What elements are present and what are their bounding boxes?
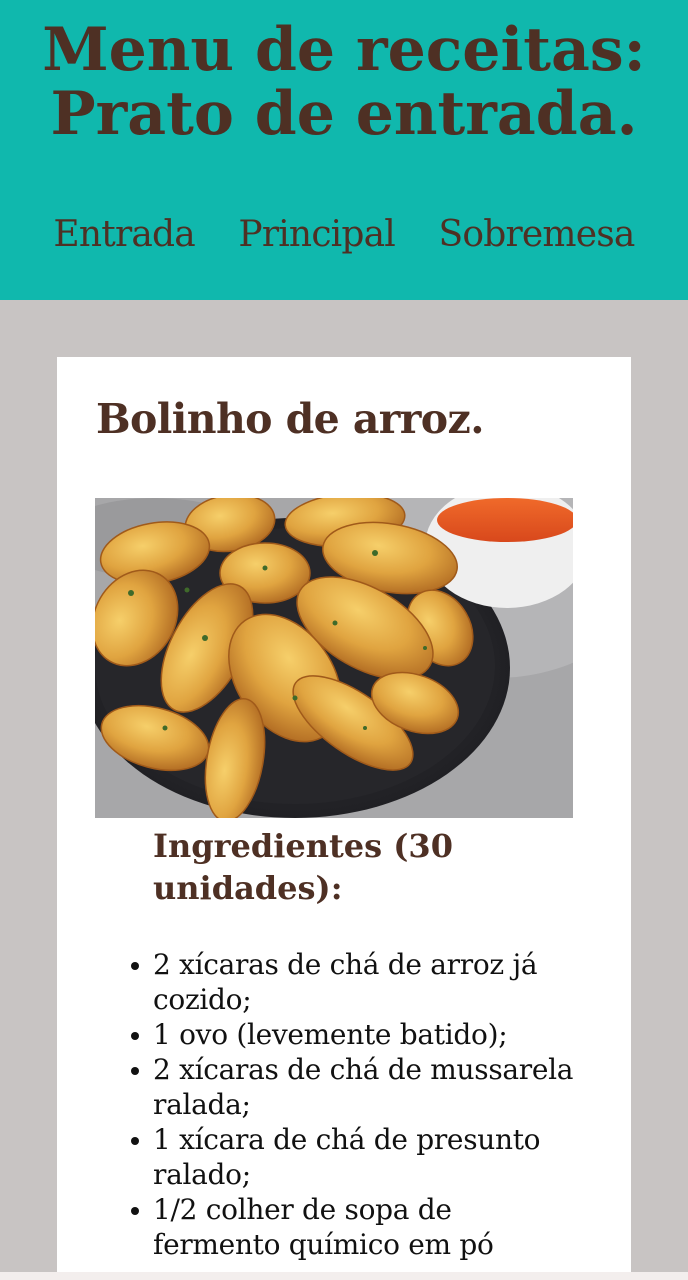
ingredients-heading-line-1: Ingredientes (30: [153, 827, 453, 865]
ingredient-line: cozido;: [153, 983, 252, 1016]
list-item: 2 xícaras de chá de mussarela ralada;: [131, 1052, 613, 1122]
list-item: 2 xícaras de chá de arroz já cozido;: [131, 947, 613, 1017]
recipe-card: Bolinho de arroz. Ingredientes (30 unida…: [57, 357, 631, 1280]
main-nav: Entrada Principal Sobremesa: [0, 214, 688, 255]
ingredient-line: ralado;: [153, 1158, 251, 1191]
nav-link-entrada[interactable]: Entrada: [53, 214, 195, 255]
ingredients-heading: Ingredientes (30 unidades):: [153, 825, 533, 909]
recipe-title: Bolinho de arroz.: [96, 395, 484, 443]
site-header: Menu de receitas: Prato de entrada. Entr…: [0, 0, 688, 300]
list-item: 1 xícara de chá de presunto ralado;: [131, 1122, 613, 1192]
ingredient-line: ralada;: [153, 1088, 251, 1121]
ingredients-heading-line-2: unidades):: [153, 869, 343, 907]
page-title-line-2: Prato de entrada.: [50, 79, 638, 149]
ingredient-line: fermento químico em pó: [153, 1228, 494, 1261]
ingredient-line: 1 ovo (levemente batido);: [153, 1018, 508, 1051]
fried-rice-balls-image: [95, 498, 573, 818]
ingredients-list: 2 xícaras de chá de arroz já cozido; 1 o…: [131, 947, 613, 1262]
nav-link-principal[interactable]: Principal: [238, 214, 395, 255]
bottom-edge: [0, 1272, 688, 1280]
page-title: Menu de receitas: Prato de entrada.: [0, 18, 688, 146]
ingredient-line: 2 xícaras de chá de arroz já: [153, 948, 538, 981]
ingredient-line: 1/2 colher de sopa de: [153, 1193, 452, 1226]
recipe-photo: [95, 498, 573, 818]
page-title-line-1: Menu de receitas:: [42, 15, 646, 85]
list-item: 1/2 colher de sopa de fermento químico e…: [131, 1192, 613, 1262]
ingredient-line: 2 xícaras de chá de mussarela: [153, 1053, 574, 1086]
list-item: 1 ovo (levemente batido);: [131, 1017, 613, 1052]
ingredient-line: 1 xícara de chá de presunto: [153, 1123, 541, 1156]
nav-link-sobremesa[interactable]: Sobremesa: [438, 214, 635, 255]
